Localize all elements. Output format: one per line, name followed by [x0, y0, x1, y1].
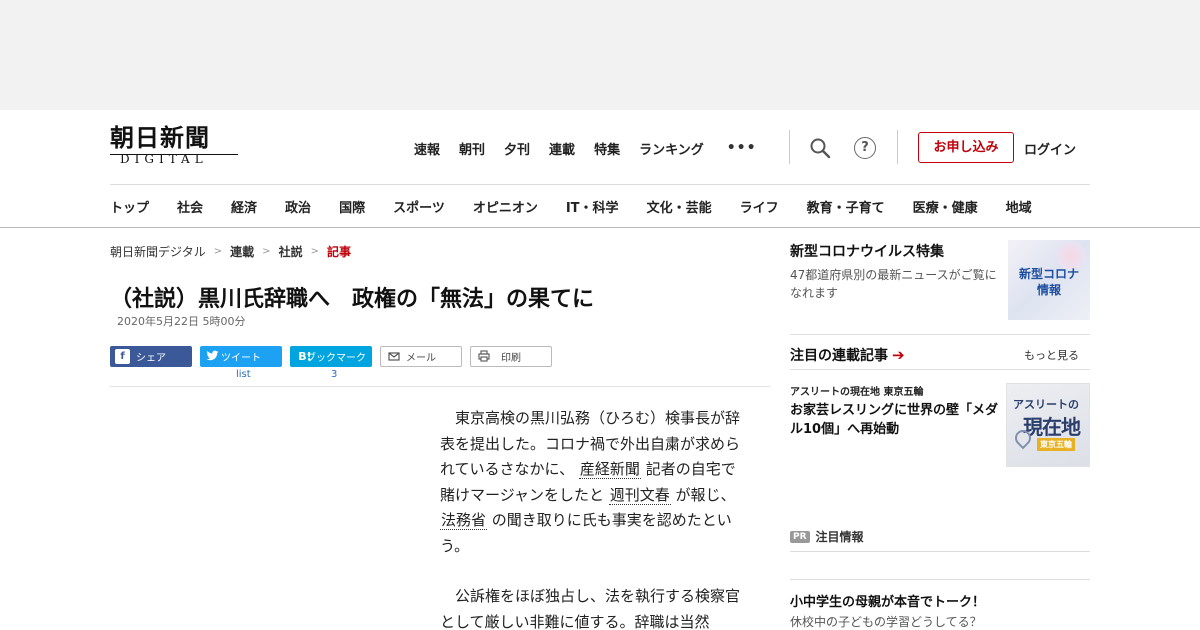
main-nav: トップ 社会 経済 政治 国際 スポーツ オピニオン IT・科学 文化・芸能 ラ… — [110, 197, 1060, 216]
facebook-share-button[interactable]: f シェア — [110, 346, 192, 367]
article-title: （社説）黒川氏辞職へ 政権の「無法」の果てに — [110, 287, 595, 312]
twitter-share-label: ツイート — [221, 353, 261, 364]
main-nav-it-science[interactable]: IT・科学 — [566, 197, 619, 216]
covid-feature-thumbnail[interactable]: 新型コロナ 情報 — [1008, 240, 1090, 320]
article-paragraph: 公訴権をほぼ独占し、法を執行する検察官として厳しい非難に値する。辞職は当然 — [440, 587, 741, 630]
series-thumbnail[interactable]: アスリートの 現在地 東京五輪 — [1006, 383, 1090, 467]
top-nav-evening[interactable]: 夕刊 — [504, 139, 530, 158]
main-nav-sports[interactable]: スポーツ — [393, 197, 445, 216]
article-date: 2020年5月22日 5時00分 — [117, 315, 246, 328]
more-menu-icon[interactable]: ••• — [727, 140, 757, 156]
sidebar-divider — [790, 551, 1090, 552]
sidebar-divider — [790, 334, 1090, 335]
thumb-tag: 東京五輪 — [1037, 438, 1075, 451]
facebook-share-label: シェア — [136, 353, 166, 364]
series-headline[interactable]: お家芸レスリングに世界の壁「メダル10個」へ再始動 — [790, 401, 1000, 439]
thumb-text-line1: アスリートの — [1013, 398, 1079, 411]
facebook-icon: f — [115, 349, 130, 364]
nav-divider — [110, 184, 1090, 185]
share-bar: f シェア ツイート B! ブックマーク メール 印刷 — [110, 346, 560, 367]
breadcrumb-chevron-icon: > — [213, 246, 223, 257]
twitter-count[interactable]: list — [236, 369, 251, 380]
share-divider — [110, 386, 770, 387]
top-nav: 速報 朝刊 夕刊 連載 特集 ランキング ••• — [414, 138, 757, 158]
keyword-link-bunshun[interactable]: 週刊文春 — [608, 485, 671, 505]
print-label: 印刷 — [501, 353, 521, 364]
top-nav-series[interactable]: 連載 — [549, 139, 575, 158]
main-nav-culture[interactable]: 文化・芸能 — [647, 197, 712, 216]
logo-main-text: 朝日新聞 — [110, 123, 210, 152]
breadcrumb-editorial[interactable]: 社説 — [279, 243, 303, 260]
printer-icon — [476, 350, 491, 365]
main-nav-international[interactable]: 国際 — [339, 197, 365, 216]
main-nav-education[interactable]: 教育・子育て — [807, 197, 885, 216]
sidebar-divider — [790, 369, 1090, 370]
top-nav-ranking[interactable]: ランキング — [639, 139, 704, 158]
twitter-share-button[interactable]: ツイート — [200, 346, 282, 367]
logo-divider — [110, 154, 238, 155]
print-button[interactable]: 印刷 — [470, 346, 552, 367]
breadcrumb-chevron-icon: > — [262, 246, 271, 257]
covid-feature-description: 47都道府県別の最新ニュースがご覧になれます — [790, 268, 997, 300]
keyword-link-moj[interactable]: 法務省 — [440, 511, 488, 530]
envelope-icon — [386, 350, 401, 365]
main-nav-society[interactable]: 社会 — [177, 197, 203, 216]
breadcrumb-home[interactable]: 朝日新聞デジタル — [110, 243, 206, 260]
article-paragraph: 東京高検の黒川弘務（ひろむ）検事長が辞表を提出した。コロナ禍で外出自粛が求められ… — [440, 406, 750, 559]
series-section-title-text: 注目の連載記事 — [790, 348, 888, 364]
series-more-link[interactable]: もっと見る — [1024, 347, 1079, 363]
main-nav-opinion[interactable]: オピニオン — [473, 197, 538, 216]
breadcrumb: 朝日新聞デジタル > 連載 > 社説 > 記事 — [110, 243, 351, 260]
main-nav-economy[interactable]: 経済 — [231, 197, 257, 216]
hatena-bookmark-button[interactable]: B! ブックマーク — [290, 346, 372, 367]
paragraph-text: が報じ、 — [675, 485, 736, 504]
arrow-right-icon: ➔ — [892, 346, 905, 364]
search-icon[interactable] — [809, 137, 831, 159]
main-nav-top[interactable]: トップ — [110, 197, 149, 216]
breadcrumb-series[interactable]: 連載 — [230, 243, 254, 260]
mail-share-button[interactable]: メール — [380, 346, 462, 367]
main-nav-life[interactable]: ライフ — [740, 197, 779, 216]
hatena-b-icon: B! — [298, 350, 312, 363]
header-divider — [789, 130, 790, 164]
keyword-link-sankei[interactable]: 産経新聞 — [578, 460, 641, 479]
twitter-bird-icon — [205, 349, 220, 364]
main-nav-region[interactable]: 地域 — [1006, 197, 1032, 216]
main-nav-health[interactable]: 医療・健康 — [913, 197, 978, 216]
subscribe-button[interactable]: お申し込み — [918, 132, 1014, 163]
top-ad-banner — [0, 0, 1200, 110]
top-nav-features[interactable]: 特集 — [594, 139, 620, 158]
covid-feature-title[interactable]: 新型コロナウイルス特集 — [790, 241, 944, 261]
breadcrumb-current: 記事 — [326, 245, 351, 259]
series-category[interactable]: アスリートの現在地 東京五輪 — [790, 383, 923, 398]
series-section-title[interactable]: 注目の連載記事 ➔ — [790, 345, 905, 365]
sidebar-divider — [790, 579, 1090, 580]
pr-item-subtitle[interactable]: 休校中の子どもの学習どうしてる？ — [790, 613, 982, 630]
asahi-digital-logo[interactable]: 朝日新聞 DIGITAL — [110, 124, 240, 170]
pr-badge: PR — [790, 530, 810, 543]
pr-item-title[interactable]: 小中学生の母親が本音でトーク！ — [790, 591, 985, 610]
site-header: 朝日新聞 DIGITAL 速報 朝刊 夕刊 連載 特集 ランキング ••• ? … — [0, 110, 1200, 228]
hatena-count[interactable]: 3 — [331, 369, 337, 380]
header-divider — [897, 130, 898, 164]
article-body: 東京高検の黒川弘務（ひろむ）検事長が辞表を提出した。コロナ禍で外出自粛が求められ… — [440, 406, 750, 630]
login-link[interactable]: ログイン — [1024, 139, 1076, 158]
pr-section-header: PR 注目情報 — [790, 528, 864, 545]
mail-share-label: メール — [406, 353, 436, 364]
breadcrumb-chevron-icon: > — [310, 246, 319, 257]
top-nav-morning[interactable]: 朝刊 — [459, 139, 485, 158]
covid-thumbnail-text: 新型コロナ 情報 — [1018, 267, 1079, 297]
pr-section-label: 注目情報 — [815, 530, 864, 544]
thumb-text-line2: 現在地 — [1023, 415, 1081, 439]
top-nav-breaking[interactable]: 速報 — [414, 139, 440, 158]
main-nav-politics[interactable]: 政治 — [285, 197, 311, 216]
help-icon[interactable]: ? — [854, 137, 876, 159]
